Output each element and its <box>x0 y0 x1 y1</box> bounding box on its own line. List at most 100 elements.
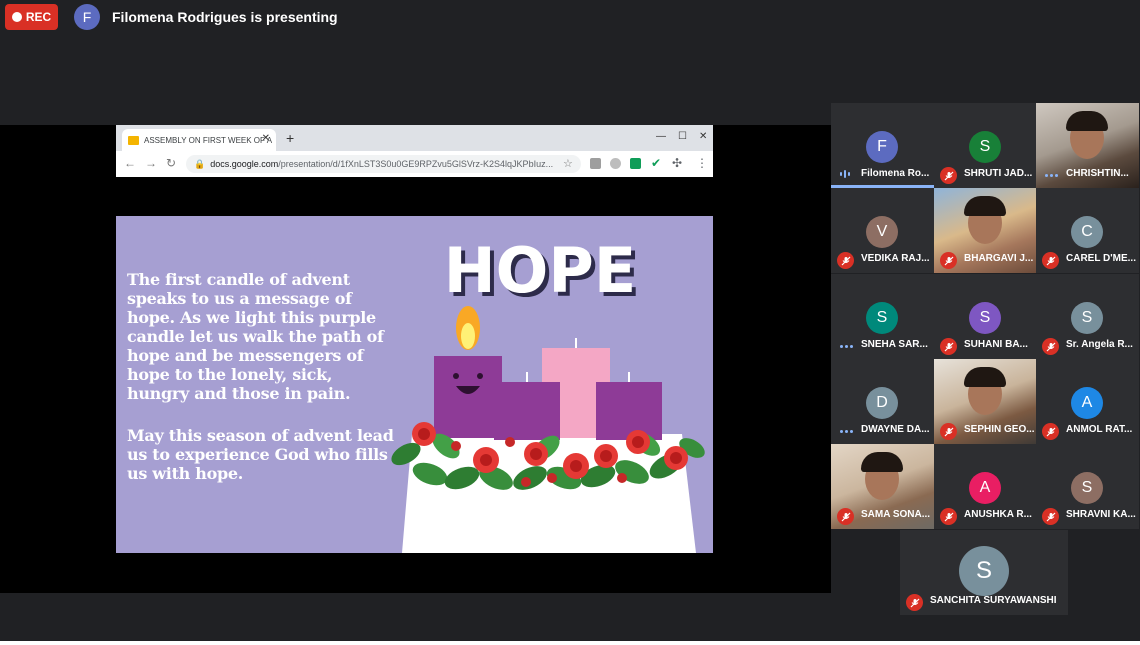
check-icon[interactable]: ✔ <box>651 156 661 170</box>
slide-heading: HOPE <box>444 234 636 307</box>
mic-off-icon <box>837 252 854 269</box>
participant-avatar: S <box>969 302 1001 334</box>
audio-indicator-icon <box>840 430 853 433</box>
presentation-stage: ASSEMBLY ON FIRST WEEK OF A ✕ + — ☐ ✕ ← … <box>0 125 831 593</box>
participant-tile[interactable]: A ANMOL RAT... <box>1036 359 1139 444</box>
recording-label: REC <box>25 10 52 24</box>
record-dot-icon <box>11 12 22 22</box>
address-bar-row: ← → ↻ 🔒 docs.google.com/presentation/d/1… <box>116 151 713 177</box>
extension-icon[interactable] <box>590 158 601 169</box>
menu-icon[interactable]: ⋮ <box>696 156 708 170</box>
participant-name: Sr. Angela R... <box>1066 339 1133 350</box>
participant-avatar: D <box>866 387 898 419</box>
participant-hair <box>861 452 903 472</box>
back-icon[interactable]: ← <box>124 156 136 170</box>
participant-name: SHRAVNI KA... <box>1066 509 1136 520</box>
participant-name: SAMA SONA... <box>861 509 931 520</box>
participant-name: SNEHA SAR... <box>861 339 928 350</box>
mic-off-icon <box>906 594 923 611</box>
participant-tile[interactable]: SEPHIN GEO... <box>934 359 1037 444</box>
new-tab-icon[interactable]: + <box>286 130 294 146</box>
browser-tab[interactable]: ASSEMBLY ON FIRST WEEK OF A ✕ <box>122 129 276 151</box>
participant-tile[interactable]: F Filomena Ro... <box>831 103 934 188</box>
extension-icon[interactable] <box>610 158 621 169</box>
lit-purple-candle <box>434 356 502 438</box>
participant-tile[interactable]: S SANCHITA SURYAWANSHI <box>900 530 1068 615</box>
slides-icon <box>128 135 139 145</box>
mic-off-icon <box>1042 423 1059 440</box>
participant-tile[interactable]: S SHRAVNI KA... <box>1036 444 1139 529</box>
participant-name: ANUSHKA R... <box>964 509 1032 520</box>
participant-name: CAREL D'ME... <box>1066 253 1136 264</box>
puzzle-icon[interactable]: ✣ <box>672 156 682 170</box>
participant-avatar: C <box>1071 216 1103 248</box>
maximize-icon[interactable]: ☐ <box>678 131 687 142</box>
sheets-icon[interactable] <box>630 158 641 169</box>
participant-avatar: S <box>1071 302 1103 334</box>
participant-avatar: V <box>866 216 898 248</box>
participant-tile[interactable]: S SNEHA SAR... <box>831 274 934 359</box>
participant-tile[interactable]: S Sr. Angela R... <box>1036 274 1139 359</box>
participant-tile[interactable]: BHARGAVI J... <box>934 188 1037 273</box>
participant-name: ANMOL RAT... <box>1066 424 1133 435</box>
participant-tile[interactable]: A ANUSHKA R... <box>934 444 1037 529</box>
participant-name: VEDIKA RAJ... <box>861 253 930 264</box>
participant-tile[interactable]: CHRISHTIN... <box>1036 103 1139 188</box>
meeting-window: REC F Filomena Rodrigues is presenting A… <box>0 0 1140 641</box>
mic-off-icon <box>837 508 854 525</box>
mic-off-icon <box>940 423 957 440</box>
participant-avatar: S <box>1071 472 1103 504</box>
participant-hair <box>964 367 1006 387</box>
presenter-avatar[interactable]: F <box>74 4 100 30</box>
audio-indicator-icon <box>840 345 853 348</box>
mic-off-icon <box>940 508 957 525</box>
participant-name: SANCHITA SURYAWANSHI <box>930 595 1057 606</box>
mic-off-icon <box>940 252 957 269</box>
participant-tile[interactable]: S SUHANI BA... <box>934 274 1037 359</box>
participant-tile[interactable]: SAMA SONA... <box>831 444 934 529</box>
lock-icon: 🔒 <box>194 158 206 169</box>
minimize-icon[interactable]: — <box>656 131 666 142</box>
participant-name: SHRUTI JAD... <box>964 168 1033 179</box>
mic-off-icon <box>940 338 957 355</box>
reload-icon[interactable]: ↻ <box>166 156 176 170</box>
url-domain: docs.google.com <box>210 159 279 169</box>
purple-candle <box>596 382 662 440</box>
mic-off-icon <box>940 167 957 184</box>
slide-paragraph: May this season of advent lead us to exp… <box>127 426 394 483</box>
forward-icon[interactable]: → <box>145 156 157 170</box>
participant-avatar: A <box>1071 387 1103 419</box>
participant-name: DWAYNE DA... <box>861 424 930 435</box>
participant-name: Filomena Ro... <box>861 168 930 179</box>
browser-chrome: ASSEMBLY ON FIRST WEEK OF A ✕ + — ☐ ✕ ← … <box>116 125 713 177</box>
participant-avatar: S <box>969 131 1001 163</box>
recording-badge: REC <box>5 4 58 30</box>
participant-name: SUHANI BA... <box>964 339 1028 350</box>
speaking-indicator-icon <box>840 170 850 178</box>
participant-tile[interactable]: C CAREL D'ME... <box>1036 188 1139 273</box>
tab-title: ASSEMBLY ON FIRST WEEK OF A <box>144 135 273 145</box>
participant-avatar: S <box>866 302 898 334</box>
mic-off-icon <box>1042 338 1059 355</box>
purple-candle <box>494 382 560 440</box>
participant-tile[interactable]: D DWAYNE DA... <box>831 359 934 444</box>
star-icon[interactable]: ☆ <box>563 157 573 170</box>
presenting-status: Filomena Rodrigues is presenting <box>112 9 338 25</box>
mic-off-icon <box>1042 252 1059 269</box>
participant-avatar: S <box>959 546 1009 596</box>
participant-name: BHARGAVI J... <box>964 253 1034 264</box>
participant-hair <box>1066 111 1108 131</box>
url-input[interactable]: 🔒 docs.google.com/presentation/d/1fXnLST… <box>186 155 581 173</box>
url-path: /presentation/d/1fXnLST3S0u0GE9RPZvu5GlS… <box>278 159 554 169</box>
advent-wreath-illustration: HOPE HOPE <box>391 234 705 553</box>
close-window-icon[interactable]: ✕ <box>699 131 707 142</box>
window-bottom-edge <box>0 641 1140 645</box>
participant-name: CHRISHTIN... <box>1066 168 1129 179</box>
participant-name: SEPHIN GEO... <box>964 424 1035 435</box>
audio-indicator-icon <box>1045 174 1058 177</box>
participant-hair <box>964 196 1006 216</box>
participant-tile[interactable]: S SHRUTI JAD... <box>934 103 1037 188</box>
tab-close-icon[interactable]: ✕ <box>262 133 270 144</box>
mic-off-icon <box>1042 508 1059 525</box>
participant-tile[interactable]: V VEDIKA RAJ... <box>831 188 934 273</box>
